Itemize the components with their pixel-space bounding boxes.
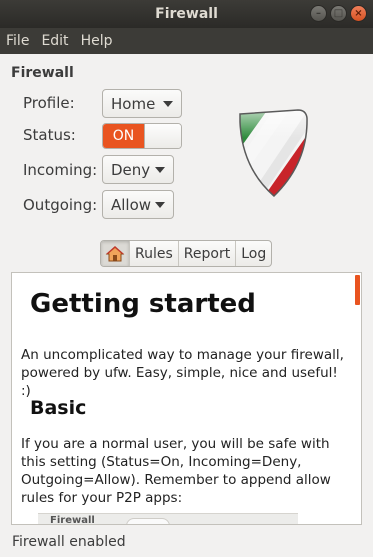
section-title: Firewall bbox=[11, 65, 74, 81]
tab-rules[interactable]: Rules bbox=[129, 241, 178, 266]
window-controls: – □ × bbox=[310, 5, 367, 22]
maximize-button[interactable]: □ bbox=[330, 5, 347, 22]
incoming-value: Deny bbox=[111, 160, 151, 179]
profile-label: Profile: bbox=[23, 94, 75, 112]
menu-file[interactable]: File bbox=[0, 33, 35, 49]
outgoing-label: Outgoing: bbox=[23, 196, 98, 214]
view-tabs: Rules Report Log bbox=[100, 240, 273, 267]
content-heading: Getting started bbox=[30, 289, 256, 319]
chevron-down-icon bbox=[155, 167, 165, 173]
outgoing-value: Allow bbox=[111, 195, 152, 214]
home-icon bbox=[105, 245, 125, 261]
outgoing-dropdown[interactable]: Allow bbox=[102, 190, 174, 219]
firewall-shield-icon bbox=[239, 109, 308, 198]
chevron-down-icon bbox=[155, 202, 165, 208]
profile-value: Home bbox=[111, 94, 156, 113]
window-titlebar: Firewall – □ × bbox=[0, 0, 373, 28]
menu-edit[interactable]: Edit bbox=[35, 33, 74, 49]
status-bar: Firewall enabled bbox=[12, 534, 126, 550]
toggle-knob bbox=[144, 124, 181, 148]
content-subheading: Basic bbox=[30, 397, 87, 419]
tab-home[interactable] bbox=[101, 241, 129, 266]
status-label: Status: bbox=[23, 126, 76, 144]
status-toggle[interactable]: ON bbox=[102, 123, 182, 149]
chevron-down-icon bbox=[163, 101, 173, 107]
scrollbar-thumb[interactable] bbox=[355, 275, 360, 305]
profile-dropdown[interactable]: Home bbox=[102, 89, 182, 118]
incoming-label: Incoming: bbox=[23, 161, 98, 179]
tab-log[interactable]: Log bbox=[235, 241, 271, 266]
screenshot-preview: Firewall bbox=[38, 513, 298, 525]
content-intro: An uncomplicated way to manage your fire… bbox=[21, 347, 344, 399]
incoming-dropdown[interactable]: Deny bbox=[102, 155, 174, 184]
menu-bar: File Edit Help bbox=[0, 28, 373, 54]
close-button[interactable]: × bbox=[350, 5, 367, 22]
help-content-panel[interactable]: Getting started An uncomplicated way to … bbox=[11, 272, 362, 525]
window-title: Firewall bbox=[155, 6, 218, 22]
tab-report[interactable]: Report bbox=[177, 241, 235, 266]
preview-title: Firewall bbox=[50, 515, 95, 525]
minimize-button[interactable]: – bbox=[310, 5, 327, 22]
status-toggle-on-label: ON bbox=[103, 124, 144, 148]
menu-help[interactable]: Help bbox=[75, 33, 119, 49]
preview-toggle bbox=[126, 518, 170, 524]
content-basic-text: If you are a normal user, you will be sa… bbox=[21, 436, 331, 506]
